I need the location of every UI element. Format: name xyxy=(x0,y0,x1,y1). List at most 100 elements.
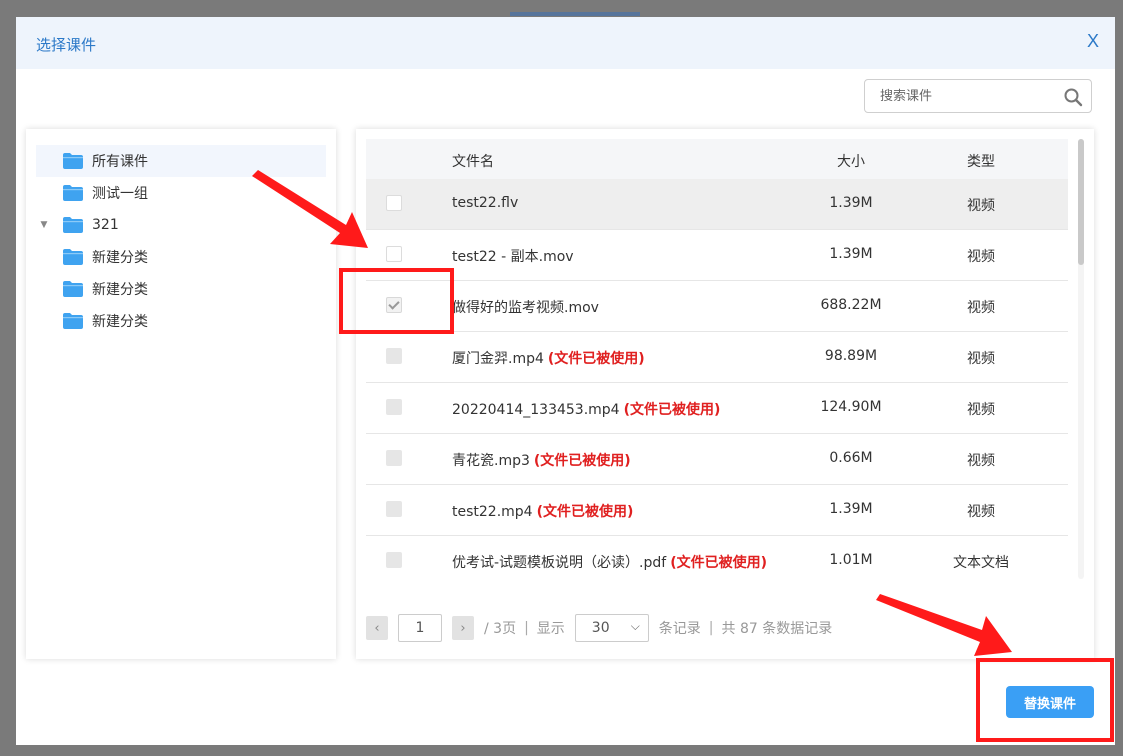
tree-item-new-category[interactable]: 新建分类 xyxy=(36,241,326,273)
file-type: 视频 xyxy=(967,198,995,214)
folder-icon xyxy=(63,153,83,169)
row-checkbox-disabled xyxy=(386,552,402,568)
file-used-tag: (文件已被使用) xyxy=(536,504,634,520)
file-type: 视频 xyxy=(967,249,995,265)
tree-item-label: 测试一组 xyxy=(92,186,148,202)
tree-item-new-category[interactable]: 新建分类 xyxy=(36,273,326,305)
tree-item-all-courseware[interactable]: 所有课件 xyxy=(36,145,326,177)
tree-item-label: 所有课件 xyxy=(92,154,148,170)
row-checkbox[interactable] xyxy=(386,246,402,262)
file-size: 98.89M xyxy=(824,348,878,364)
file-name-cell: test22.mp4 (文件已被使用) xyxy=(452,501,633,521)
annotation-highlight-box xyxy=(976,658,1114,742)
file-size: 1.01M xyxy=(829,552,873,568)
file-name: test22.flv xyxy=(452,195,519,211)
category-tree: 所有课件 测试一组 ▼ 321 新建分类 新建分类 新建分类 xyxy=(26,129,336,659)
file-size: 124.90M xyxy=(820,399,882,415)
tree-item-321[interactable]: ▼ 321 xyxy=(36,209,326,241)
row-checkbox-disabled xyxy=(386,501,402,517)
file-type: 视频 xyxy=(967,504,995,520)
table-row: 优考试-试题模板说明（必读）.pdf (文件已被使用) 1.01M 文本文档 xyxy=(366,536,1068,579)
tree-item-label: 321 xyxy=(92,217,119,233)
table-row[interactable]: test22.flv 1.39M 视频 xyxy=(366,179,1068,230)
row-checkbox-disabled xyxy=(386,399,402,415)
pagination: ‹ › / 3页 | 显示 30 ⌵ 条记录 | 共 87 条数据记录 xyxy=(366,613,832,643)
table-header: 文件名 大小 类型 xyxy=(366,139,1068,179)
prev-page-button[interactable]: ‹ xyxy=(366,616,388,640)
file-name-cell: 优考试-试题模板说明（必读）.pdf (文件已被使用) xyxy=(452,552,767,572)
close-button[interactable]: X xyxy=(1087,31,1099,52)
file-name-cell: 青花瓷.mp3 (文件已被使用) xyxy=(452,450,631,470)
scrollbar-thumb[interactable] xyxy=(1078,139,1084,265)
file-name-cell: 20220414_133453.mp4 (文件已被使用) xyxy=(452,399,720,419)
file-used-tag: (文件已被使用) xyxy=(547,351,645,367)
file-name: 优考试-试题模板说明（必读）.pdf xyxy=(452,555,667,571)
file-size: 688.22M xyxy=(820,297,882,313)
chevron-down-icon: ⌵ xyxy=(630,619,640,633)
folder-icon xyxy=(63,313,83,329)
table-row: 厦门金羿.mp4 (文件已被使用) 98.89M 视频 xyxy=(366,332,1068,383)
search-box[interactable] xyxy=(864,79,1092,113)
file-name: test22 - 副本.mov xyxy=(452,249,574,265)
file-type: 视频 xyxy=(967,453,995,469)
caret-down-icon[interactable]: ▼ xyxy=(36,220,52,230)
column-header-type: 类型 xyxy=(967,154,995,170)
file-name: 青花瓷.mp3 xyxy=(452,453,530,469)
search-input[interactable] xyxy=(865,80,1070,112)
dialog-title: 选择课件 xyxy=(36,36,97,54)
file-size: 1.39M xyxy=(829,501,873,517)
search-icon[interactable] xyxy=(1063,87,1083,107)
row-checkbox-disabled xyxy=(386,450,402,466)
column-header-size: 大小 xyxy=(837,154,865,170)
file-name: 做得好的监考视频.mov xyxy=(452,300,599,316)
annotation-highlight-box xyxy=(339,268,454,334)
total-records-text: 共 87 条数据记录 xyxy=(721,621,833,637)
vertical-scrollbar[interactable] xyxy=(1078,139,1084,579)
file-used-tag: (文件已被使用) xyxy=(533,453,631,469)
file-type: 视频 xyxy=(967,300,995,316)
file-size: 1.39M xyxy=(829,246,873,262)
file-name: 厦门金羿.mp4 xyxy=(452,351,544,367)
select-courseware-dialog: 选择课件 X 所有课件 测试一组 ▼ 321 新建分类 xyxy=(16,17,1115,745)
tree-item-label: 新建分类 xyxy=(92,314,148,330)
dialog-header: 选择课件 X xyxy=(16,17,1115,69)
tree-item-new-category[interactable]: 新建分类 xyxy=(36,305,326,337)
folder-icon xyxy=(63,217,83,233)
table-row[interactable]: 做得好的监考视频.mov 688.22M 视频 xyxy=(366,281,1068,332)
total-pages-text: / 3页 xyxy=(484,621,517,637)
background-strip xyxy=(510,12,640,16)
folder-icon xyxy=(63,185,83,201)
page-number-input[interactable] xyxy=(398,614,442,642)
tree-item-test-group-1[interactable]: 测试一组 xyxy=(36,177,326,209)
next-page-button[interactable]: › xyxy=(452,616,474,640)
table-row: 青花瓷.mp3 (文件已被使用) 0.66M 视频 xyxy=(366,434,1068,485)
tree-item-label: 新建分类 xyxy=(92,250,148,266)
file-type: 文本文档 xyxy=(953,555,1009,571)
row-checkbox[interactable] xyxy=(386,195,402,211)
table-row: test22.mp4 (文件已被使用) 1.39M 视频 xyxy=(366,485,1068,536)
tree-item-label: 新建分类 xyxy=(92,282,148,298)
file-used-tag: (文件已被使用) xyxy=(670,555,768,571)
file-type: 视频 xyxy=(967,351,995,367)
file-name: test22.mp4 xyxy=(452,504,533,520)
column-header-name: 文件名 xyxy=(452,154,494,170)
page-size-value: 30 xyxy=(591,620,610,636)
file-type: 视频 xyxy=(967,402,995,418)
file-name: 20220414_133453.mp4 xyxy=(452,402,620,418)
file-list-panel: 文件名 大小 类型 test22.flv 1.39M 视频 test22 - 副… xyxy=(356,129,1094,659)
file-size: 0.66M xyxy=(829,450,873,466)
file-table: 文件名 大小 类型 test22.flv 1.39M 视频 test22 - 副… xyxy=(366,139,1068,579)
records-label: 条记录 xyxy=(658,621,701,637)
file-size: 1.39M xyxy=(829,195,873,211)
folder-icon xyxy=(63,281,83,297)
separator: | xyxy=(524,620,529,636)
table-row[interactable]: test22 - 副本.mov 1.39M 视频 xyxy=(366,230,1068,281)
file-used-tag: (文件已被使用) xyxy=(623,402,721,418)
row-checkbox-disabled xyxy=(386,348,402,364)
separator: | xyxy=(708,620,714,636)
page-size-select[interactable]: 30 ⌵ xyxy=(574,614,649,642)
file-name-cell: 厦门金羿.mp4 (文件已被使用) xyxy=(452,348,645,368)
show-label: 显示 xyxy=(536,621,565,637)
table-row: 20220414_133453.mp4 (文件已被使用) 124.90M 视频 xyxy=(366,383,1068,434)
folder-icon xyxy=(63,249,83,265)
